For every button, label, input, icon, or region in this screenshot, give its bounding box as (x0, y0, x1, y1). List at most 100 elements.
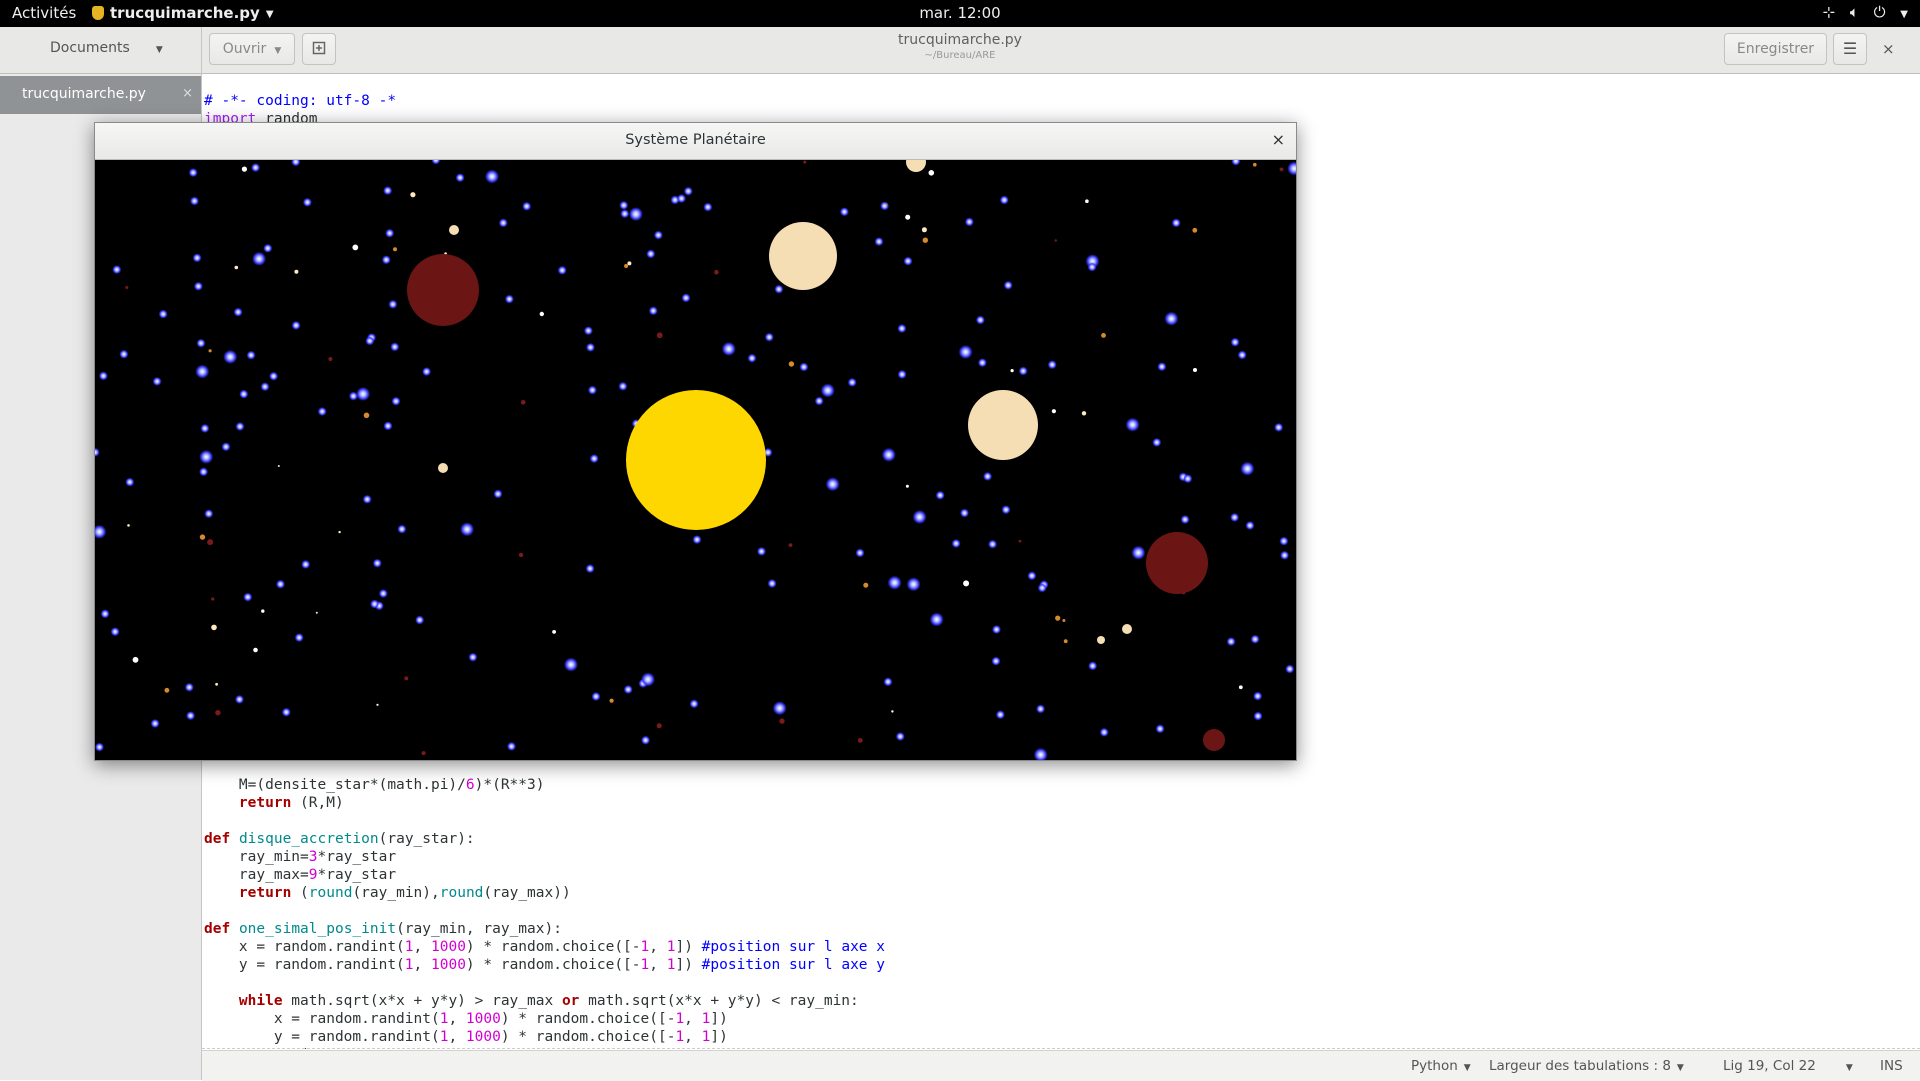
language-selector[interactable]: Python ▼ (1411, 1058, 1471, 1074)
power-icon: ⏻ (1873, 3, 1886, 21)
dust-particle (1062, 619, 1066, 622)
dust-particle (539, 311, 544, 317)
cursor-position[interactable]: Lig 19, Col 22 ▼ (1723, 1058, 1853, 1074)
blue-star (585, 564, 595, 574)
blue-star (855, 548, 865, 558)
activities-button[interactable]: Activités (12, 4, 76, 22)
blue-star (1001, 505, 1011, 515)
blue-star (897, 324, 907, 333)
tab-width-selector[interactable]: Largeur des tabulations : 8 ▼ (1489, 1058, 1684, 1074)
dust-particle (215, 710, 221, 716)
blue-star (628, 207, 643, 222)
hamburger-menu-button[interactable]: ☰ (1833, 33, 1867, 65)
blue-star (975, 315, 985, 325)
language-label: Python (1411, 1058, 1458, 1074)
dust-particle (803, 160, 807, 164)
save-button[interactable]: Enregistrer (1724, 33, 1827, 65)
close-window-button[interactable]: × (1272, 130, 1285, 149)
dust-particle (627, 261, 632, 266)
blue-star (317, 407, 327, 416)
dust-particle (905, 484, 909, 488)
blue-star (184, 682, 194, 692)
pale-planet (769, 222, 837, 290)
dust-particle (656, 332, 663, 339)
blue-star (820, 383, 835, 398)
close-tab-icon[interactable]: × (182, 86, 193, 101)
system-status-area[interactable]: ⊹ 🔈︎ ⏻ ▼ (1812, 3, 1908, 21)
blue-star (960, 508, 969, 518)
blue-star (774, 284, 784, 294)
blue-star (388, 299, 398, 309)
blue-star (623, 685, 633, 694)
blue-star (378, 589, 388, 598)
blue-star (260, 382, 270, 392)
blue-star (1155, 724, 1165, 734)
blue-star (1003, 280, 1013, 290)
blue-star (455, 173, 465, 183)
blue-star (110, 627, 120, 637)
blue-star (196, 338, 206, 348)
dust-particle (410, 192, 416, 198)
blue-star (422, 367, 432, 377)
document-tab[interactable]: trucquimarche.py × (0, 76, 201, 114)
blue-star (498, 218, 508, 228)
code-line: def disque_accretion(ray_star): (204, 831, 475, 847)
blue-star (199, 467, 209, 477)
pale-planet (449, 225, 459, 235)
blue-star (1245, 521, 1255, 530)
blue-star (485, 169, 499, 184)
dust-particle (241, 166, 247, 172)
app-menu[interactable]: trucquimarche.py ▼ (92, 4, 274, 22)
blue-star (589, 454, 599, 464)
dust-particle (421, 751, 426, 756)
dust-particle (518, 552, 524, 558)
pale-planet (1097, 636, 1105, 644)
dust-particle (609, 698, 614, 703)
dust-particle (922, 237, 928, 243)
code-line: return (round(ray_min),round(ray_max)) (238, 885, 571, 901)
blue-star (1274, 422, 1284, 432)
clock[interactable]: mar. 12:00 (919, 4, 1000, 22)
window-close-button[interactable]: × (1882, 40, 1895, 58)
dust-particle (788, 543, 793, 547)
window-titlebar[interactable]: Système Planétaire × (95, 123, 1296, 160)
dust-particle (328, 357, 333, 361)
blue-star (1099, 727, 1109, 737)
blue-star (98, 371, 108, 381)
blue-star (799, 362, 809, 372)
blue-star (504, 294, 514, 304)
blue-star (195, 364, 210, 379)
blue-star (721, 341, 736, 356)
blue-star (1164, 311, 1179, 326)
blue-star (847, 377, 857, 387)
dust-particle (393, 247, 397, 252)
blue-star (991, 656, 1001, 666)
dust-particle (1101, 333, 1106, 338)
blue-star (619, 200, 629, 210)
blue-star (1230, 512, 1240, 522)
blue-star (929, 612, 944, 627)
blue-star (252, 251, 267, 266)
blue-star (158, 309, 168, 319)
blue-star (1027, 571, 1037, 581)
dust-particle (164, 687, 170, 693)
blue-star (276, 579, 285, 589)
blue-star (356, 387, 371, 401)
blue-star (1280, 550, 1290, 560)
code-line: y = random.randint(1, 1000) * random.cho… (204, 957, 885, 973)
planetary-system-window[interactable]: Système Planétaire × (94, 122, 1297, 761)
chevron-down-icon: ▼ (1900, 9, 1908, 20)
dust-particle (211, 624, 217, 631)
dust-particle (363, 412, 370, 419)
blue-star (653, 230, 663, 240)
blue-star (814, 396, 824, 406)
document-title-block: trucquimarche.py ~/Bureau/ARE (0, 32, 1920, 61)
blue-star (1157, 362, 1167, 372)
blue-star (1180, 515, 1190, 524)
blue-star (390, 342, 400, 352)
blue-star (263, 243, 273, 253)
blue-star (935, 490, 945, 500)
blue-star (764, 332, 774, 342)
